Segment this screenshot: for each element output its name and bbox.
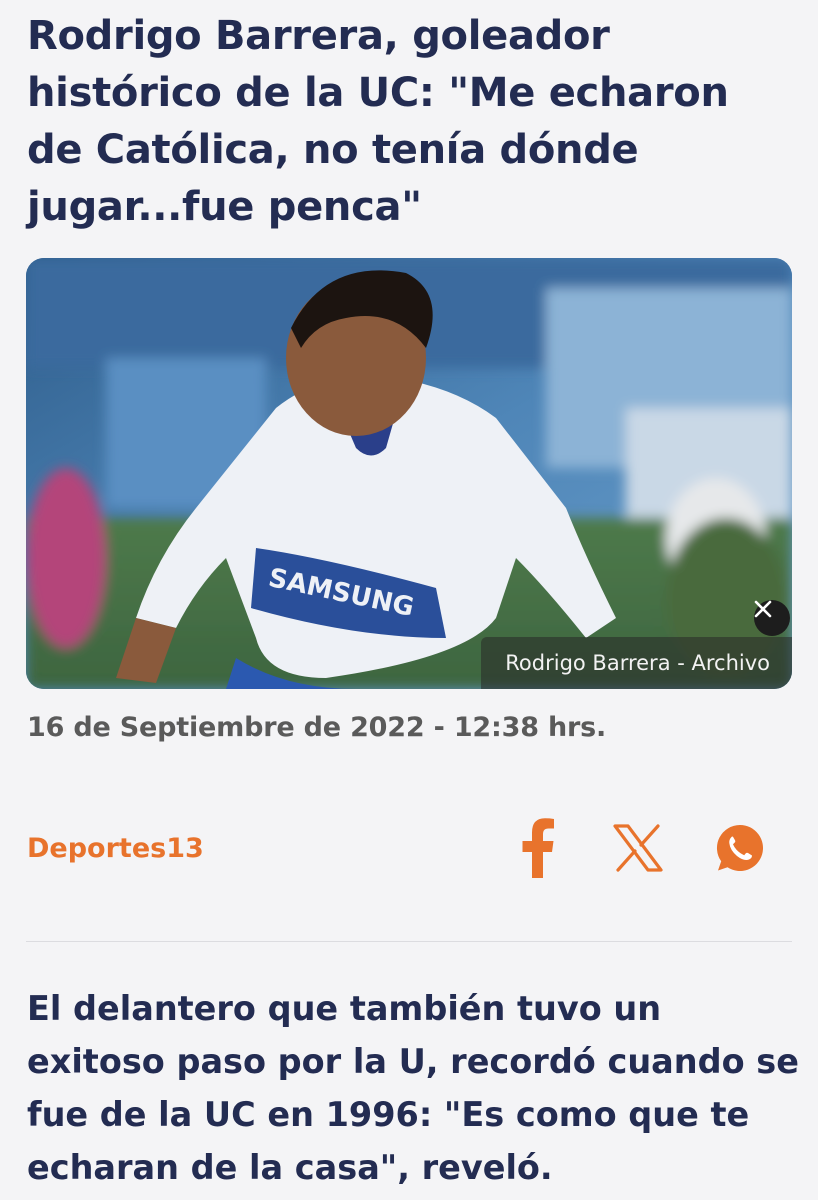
article-photo[interactable]: SAMSUNG Rodrigo Barrera - Archivo: [26, 258, 792, 689]
article-headline: Rodrigo Barrera, goleador histórico de l…: [27, 13, 729, 230]
close-icon: [754, 600, 772, 618]
share-x-button[interactable]: [608, 818, 668, 878]
whatsapp-icon: [716, 825, 764, 871]
share-facebook-button[interactable]: [508, 818, 568, 878]
x-icon: [613, 824, 663, 872]
player-photo-illustration: SAMSUNG: [26, 258, 792, 689]
facebook-icon: [522, 818, 554, 878]
divider: [26, 941, 792, 942]
share-whatsapp-button[interactable]: [710, 818, 770, 878]
publish-date: 16 de Septiembre de 2022 - 12:38 hrs.: [27, 712, 607, 743]
image-caption-text: Rodrigo Barrera - Archivo: [505, 651, 770, 675]
source-link[interactable]: Deportes13: [27, 833, 204, 864]
article-lead: El delantero que también tuvo un exitoso…: [27, 989, 799, 1187]
close-caption-button[interactable]: [754, 600, 790, 636]
image-caption: Rodrigo Barrera - Archivo: [481, 637, 792, 689]
